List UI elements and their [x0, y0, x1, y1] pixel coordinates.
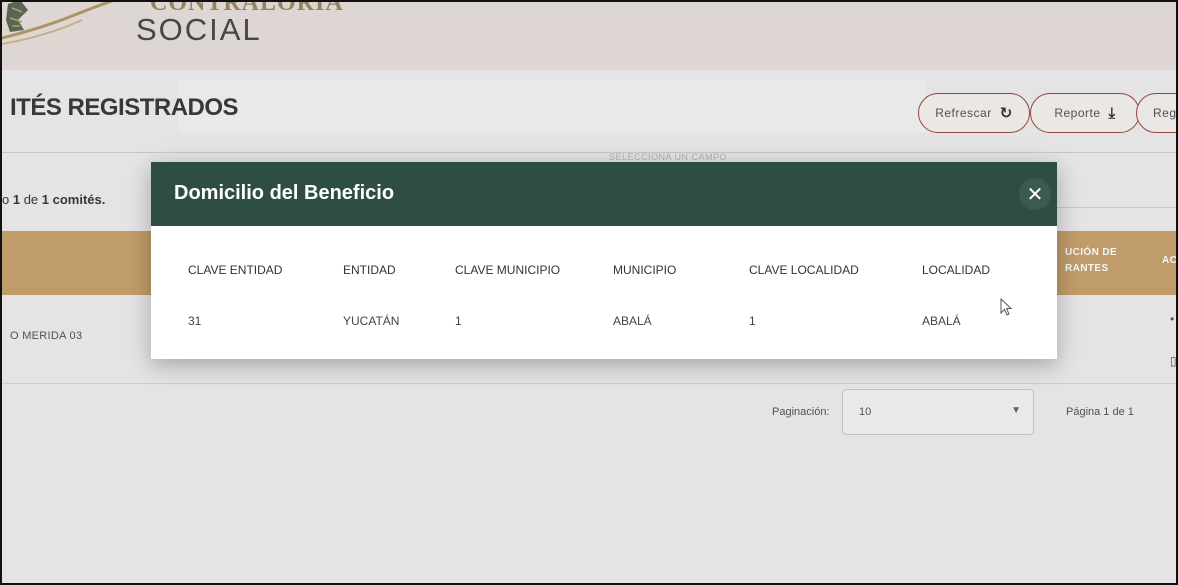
- column-header-clave-localidad: CLAVE LOCALIDAD: [749, 263, 859, 277]
- column-header-localidad: LOCALIDAD: [922, 263, 991, 277]
- domicilio-modal: Domicilio del Beneficio ✕ CLAVE ENTIDAD …: [151, 162, 1057, 359]
- modal-title: Domicilio del Beneficio: [174, 182, 395, 204]
- column-header-municipio: MUNICIPIO: [613, 263, 677, 277]
- cell-clave-municipio: 1: [455, 314, 462, 328]
- close-icon: ✕: [1026, 183, 1044, 206]
- cell-clave-localidad: 1: [749, 314, 756, 328]
- close-button[interactable]: ✕: [1019, 178, 1051, 210]
- cell-municipio: ABALÁ: [613, 314, 652, 328]
- cell-entidad: YUCATÁN: [343, 314, 400, 328]
- column-header-entidad: ENTIDAD: [343, 263, 396, 277]
- modal-header: Domicilio del Beneficio ✕: [151, 162, 1057, 226]
- cell-clave-entidad: 31: [188, 314, 202, 328]
- column-header-clave-municipio: CLAVE MUNICIPIO: [455, 263, 561, 277]
- cell-localidad: ABALÁ: [922, 314, 961, 328]
- column-header-clave-entidad: CLAVE ENTIDAD: [188, 263, 283, 277]
- mouse-pointer-icon: [1000, 298, 1013, 316]
- app-page: CONTRALORIA SOCIAL ITÉS REGISTRADOS Refr…: [2, 2, 1176, 583]
